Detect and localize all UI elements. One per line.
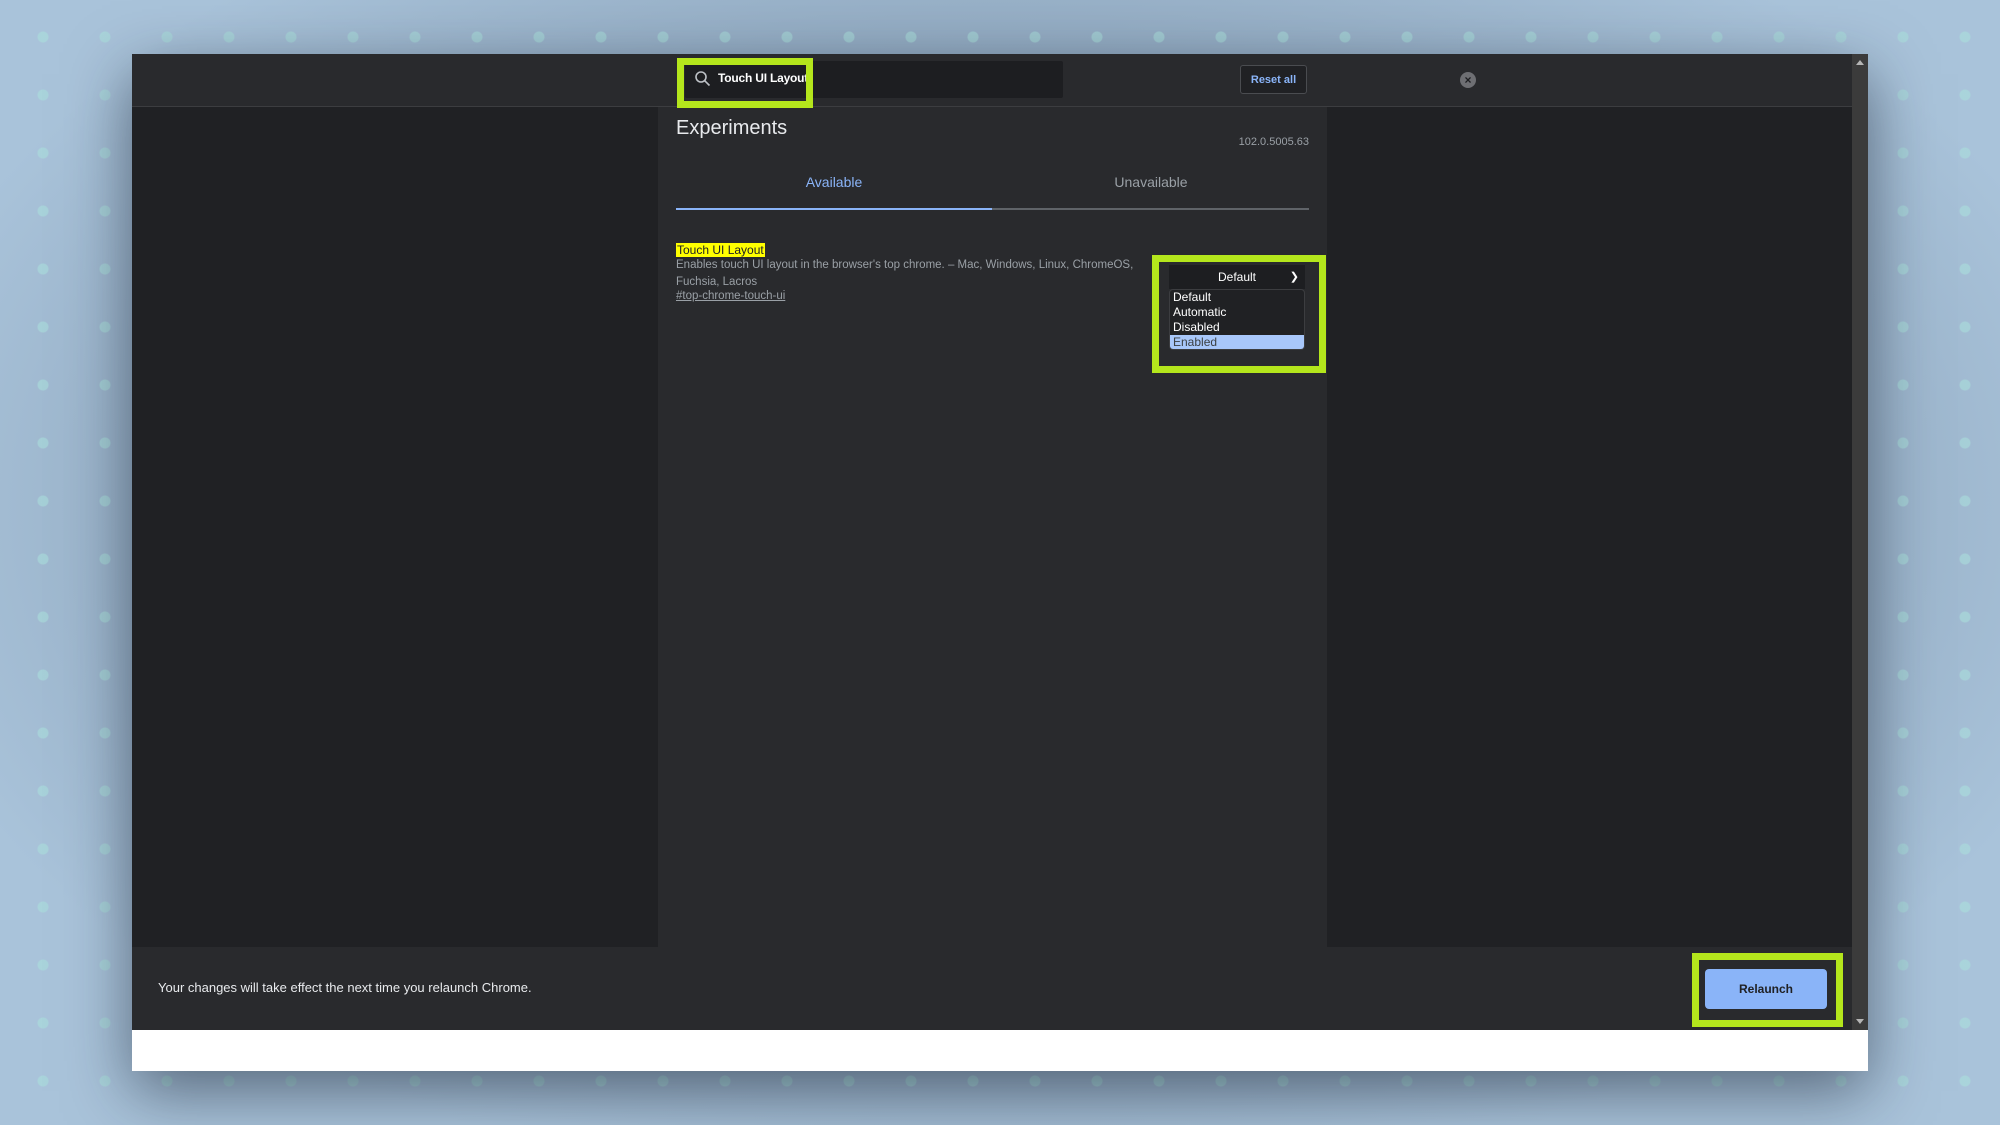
highlight-frame-search [677,58,813,108]
scroll-up-arrow-icon[interactable] [1856,60,1864,65]
highlight-frame-select [1152,255,1326,373]
flag-permalink[interactable]: #top-chrome-touch-ui [676,290,785,302]
vertical-scrollbar[interactable] [1852,54,1868,1030]
scroll-down-arrow-icon[interactable] [1856,1019,1864,1024]
flag-description-text: Enables touch UI layout in the browser's… [676,259,1134,288]
experiments-panel: Experiments 102.0.5005.63 Available Unav… [658,107,1327,947]
clear-search-icon[interactable]: × [1460,72,1476,88]
relaunch-notification-bar: Your changes will take effect the next t… [132,947,1852,1030]
relaunch-message: Your changes will take effect the next t… [158,980,532,995]
tab-unavailable[interactable]: Unavailable [993,162,1309,208]
flags-header: Touch UI Layout × Reset all [132,54,1852,107]
tab-available[interactable]: Available [676,162,992,210]
flag-title: Touch UI Layout [676,243,765,257]
window-bottom-strip [132,1030,1868,1071]
browser-window: Touch UI Layout × Reset all Experiments … [132,54,1868,1071]
page-title: Experiments [676,117,788,139]
version-label: 102.0.5005.63 [1238,136,1309,148]
tab-bar: Available Unavailable [676,162,1309,210]
flag-description: Enables touch UI layout in the browser's… [676,257,1146,291]
highlight-frame-relaunch [1692,953,1843,1027]
reset-all-button[interactable]: Reset all [1240,65,1307,94]
